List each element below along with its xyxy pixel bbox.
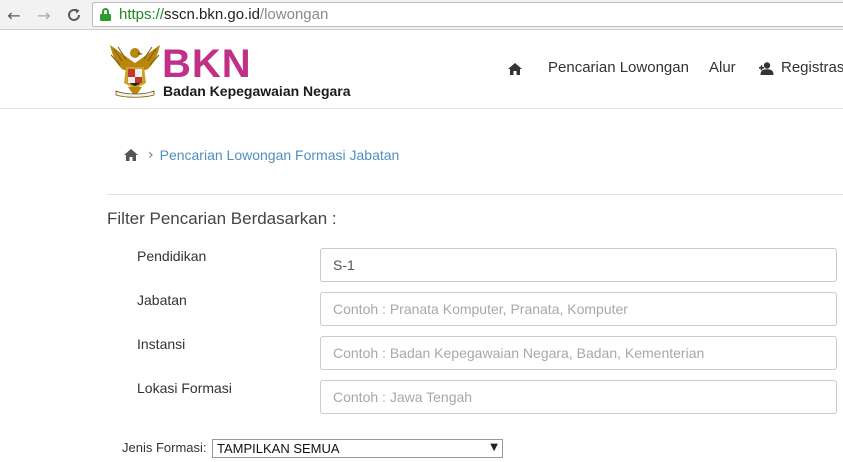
home-icon[interactable] (508, 62, 522, 79)
dropdown-arrow-icon: ▼ (490, 442, 498, 453)
url-text[interactable]: https://sscn.bkn.go.id/lowongan (119, 6, 328, 23)
user-plus-icon[interactable] (759, 62, 777, 79)
filter-title: Filter Pencarian Berdasarkan : (107, 209, 337, 228)
lock-icon (100, 8, 111, 21)
instansi-label: Instansi (137, 336, 186, 352)
jabatan-label: Jabatan (137, 292, 187, 308)
jabatan-input[interactable] (320, 292, 837, 326)
forward-arrow-icon[interactable]: → (34, 5, 54, 25)
brand-subtitle: Badan Kepegawaian Negara (163, 83, 351, 99)
chevron-right-icon: › (148, 147, 154, 163)
url-host: sscn.bkn.go.id (164, 6, 260, 23)
url-scheme: https:// (119, 6, 165, 23)
address-bar[interactable]: https://sscn.bkn.go.id/lowongan (92, 2, 843, 27)
breadcrumb-current[interactable]: Pencarian Lowongan Formasi Jabatan (160, 147, 400, 163)
jenis-formasi-label: Jenis Formasi: (122, 440, 207, 455)
jenis-formasi-select[interactable]: TAMPILKAN SEMUA ▼ (212, 439, 503, 458)
nav-pencarian-lowongan[interactable]: Pencarian Lowongan (548, 59, 689, 76)
lokasi-formasi-label: Lokasi Formasi (137, 380, 232, 396)
site-header: BKN Badan Kepegawaian Negara Pencarian L… (0, 31, 843, 109)
breadcrumb: › Pencarian Lowongan Formasi Jabatan (124, 146, 399, 164)
pendidikan-label: Pendidikan (137, 248, 207, 264)
lokasi-formasi-input[interactable] (320, 380, 837, 414)
home-icon[interactable] (124, 149, 138, 161)
pendidikan-input[interactable] (320, 248, 837, 282)
jenis-formasi-selected: TAMPILKAN SEMUA (217, 441, 340, 456)
url-path: /lowongan (259, 6, 329, 23)
brand-logo-text: BKN (162, 42, 252, 86)
section-divider (107, 194, 843, 195)
reload-icon[interactable] (64, 5, 84, 25)
back-arrow-icon[interactable]: ← (4, 5, 24, 25)
instansi-input[interactable] (320, 336, 837, 370)
garuda-emblem (108, 43, 162, 99)
browser-toolbar: ← → https://sscn.bkn.go.id/lowongan (0, 0, 843, 30)
nav-registrasi[interactable]: Registras (781, 59, 843, 76)
nav-alur[interactable]: Alur (709, 59, 736, 76)
